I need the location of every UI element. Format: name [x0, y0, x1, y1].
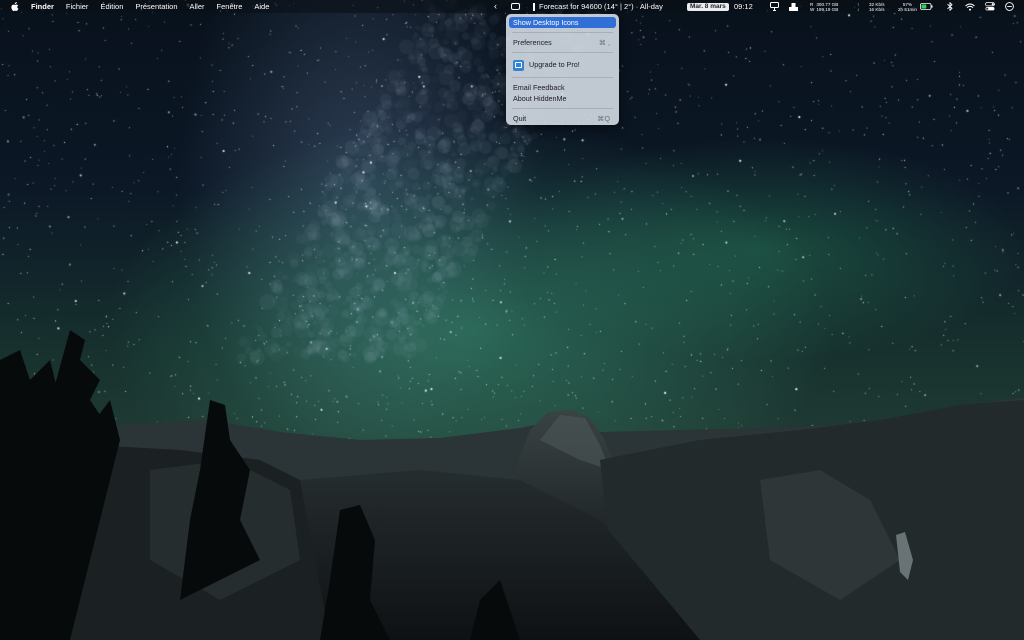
menu-presentation[interactable]: Présentation — [129, 0, 183, 13]
hiddenme-dropdown-menu: Show Desktop Icons Preferences ⌘ , Upgra… — [506, 14, 619, 125]
presentation-icon[interactable] — [770, 0, 779, 13]
menu-item-show-desktop-icons[interactable]: Show Desktop Icons — [509, 17, 616, 28]
clock-icon[interactable] — [1005, 0, 1014, 13]
menu-fichier[interactable]: Fichier — [60, 0, 95, 13]
bluetooth-icon[interactable] — [947, 0, 953, 13]
menu-item-quit[interactable]: Quit ⌘Q — [509, 113, 616, 124]
disk-bottom-value: 199.19 GB — [816, 6, 839, 12]
battery-icon — [920, 3, 933, 10]
network-speed-item[interactable]: 32 Kb/s 16 Kb/s — [869, 0, 885, 13]
menu-finder[interactable]: Finder — [25, 0, 60, 13]
menu-item-about-hiddenme[interactable]: About HiddenMe — [509, 93, 616, 104]
quit-shortcut: ⌘Q — [597, 114, 610, 123]
menu-fenetre[interactable]: Fenêtre — [211, 0, 249, 13]
preferences-shortcut: ⌘ , — [598, 38, 610, 47]
menu-item-email-feedback[interactable]: Email Feedback — [509, 82, 616, 93]
menu-separator — [512, 77, 613, 78]
collapse-menu-items-button[interactable]: ‹ — [494, 0, 497, 13]
control-center-icon[interactable] — [985, 0, 995, 13]
hiddenme-menu-button[interactable] — [511, 0, 520, 13]
calendar-bar-icon — [533, 2, 535, 11]
net-down-value: 16 Kb/s — [869, 6, 885, 12]
hiddenme-icon — [511, 3, 520, 10]
apple-logo-icon[interactable] — [11, 2, 19, 11]
menu-item-preferences[interactable]: Preferences ⌘ , — [509, 37, 616, 48]
date-status-item[interactable]: Mar. 8 mars — [687, 0, 729, 13]
menu-aide[interactable]: Aide — [248, 0, 275, 13]
clock-time[interactable]: 09:12 — [734, 0, 753, 13]
disk-usage-item[interactable]: RW 300.77 GB 199.19 GB — [810, 0, 838, 13]
pro-upgrade-icon — [513, 59, 524, 71]
weather-status-item[interactable]: Forecast for 94600 (14° | 2°) · All-day — [533, 0, 663, 13]
battery-time: 2h 51min — [898, 6, 917, 12]
menu-aller[interactable]: Aller — [184, 0, 211, 13]
menu-edition[interactable]: Édition — [94, 0, 129, 13]
menu-item-upgrade-to-pro[interactable]: Upgrade to Pro! — [509, 57, 616, 73]
weather-text: Forecast for 94600 (14° | 2°) · All-day — [539, 2, 663, 11]
menu-separator — [512, 32, 613, 33]
user-icon[interactable] — [789, 0, 798, 13]
menu-separator — [512, 52, 613, 53]
menu-separator — [512, 108, 613, 109]
network-arrows-icon: ↑ ↓ — [857, 1, 860, 12]
menu-bar: Finder Fichier Édition Présentation Alle… — [0, 0, 1024, 13]
wifi-icon[interactable] — [965, 0, 975, 13]
battery-item[interactable]: 57% 2h 51min — [898, 0, 933, 13]
date-badge: Mar. 8 mars — [687, 2, 729, 11]
